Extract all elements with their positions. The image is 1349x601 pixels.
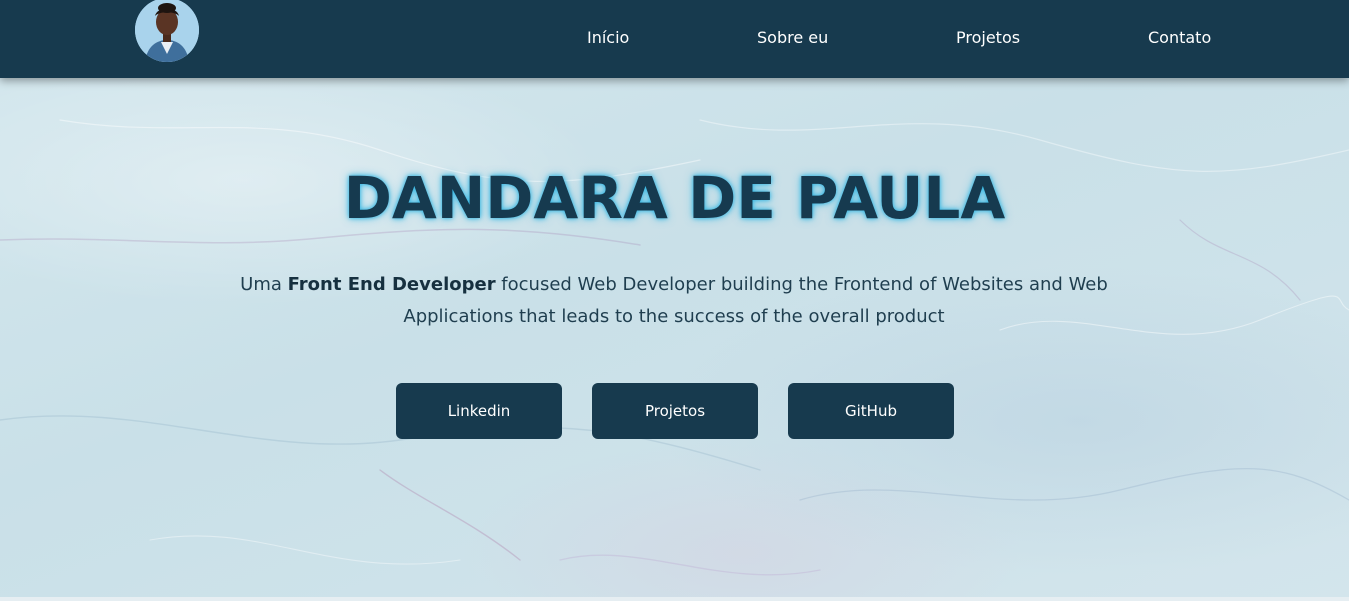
page-bottom-edge bbox=[0, 597, 1349, 601]
profile-photo-icon bbox=[135, 0, 199, 62]
projetos-button[interactable]: Projetos bbox=[592, 383, 758, 439]
hero-title: DANDARA DE PAULA bbox=[343, 164, 1006, 232]
nav-link-inicio[interactable]: Início bbox=[587, 28, 629, 48]
nav-link-sobre-eu[interactable]: Sobre eu bbox=[757, 28, 828, 48]
hero-description-role: Front End Developer bbox=[287, 274, 496, 295]
nav-link-contato[interactable]: Contato bbox=[1148, 28, 1211, 48]
avatar[interactable] bbox=[135, 0, 199, 62]
github-button[interactable]: GitHub bbox=[788, 383, 954, 439]
hero-description: Uma Front End Developer focused Web Deve… bbox=[224, 269, 1124, 333]
hero-description-suffix: focused Web Developer building the Front… bbox=[403, 274, 1108, 327]
hero-description-prefix: Uma bbox=[240, 274, 288, 295]
nav-link-projetos[interactable]: Projetos bbox=[956, 28, 1020, 48]
linkedin-button[interactable]: Linkedin bbox=[396, 383, 562, 439]
navbar: Início Sobre eu Projetos Contato bbox=[0, 0, 1349, 78]
